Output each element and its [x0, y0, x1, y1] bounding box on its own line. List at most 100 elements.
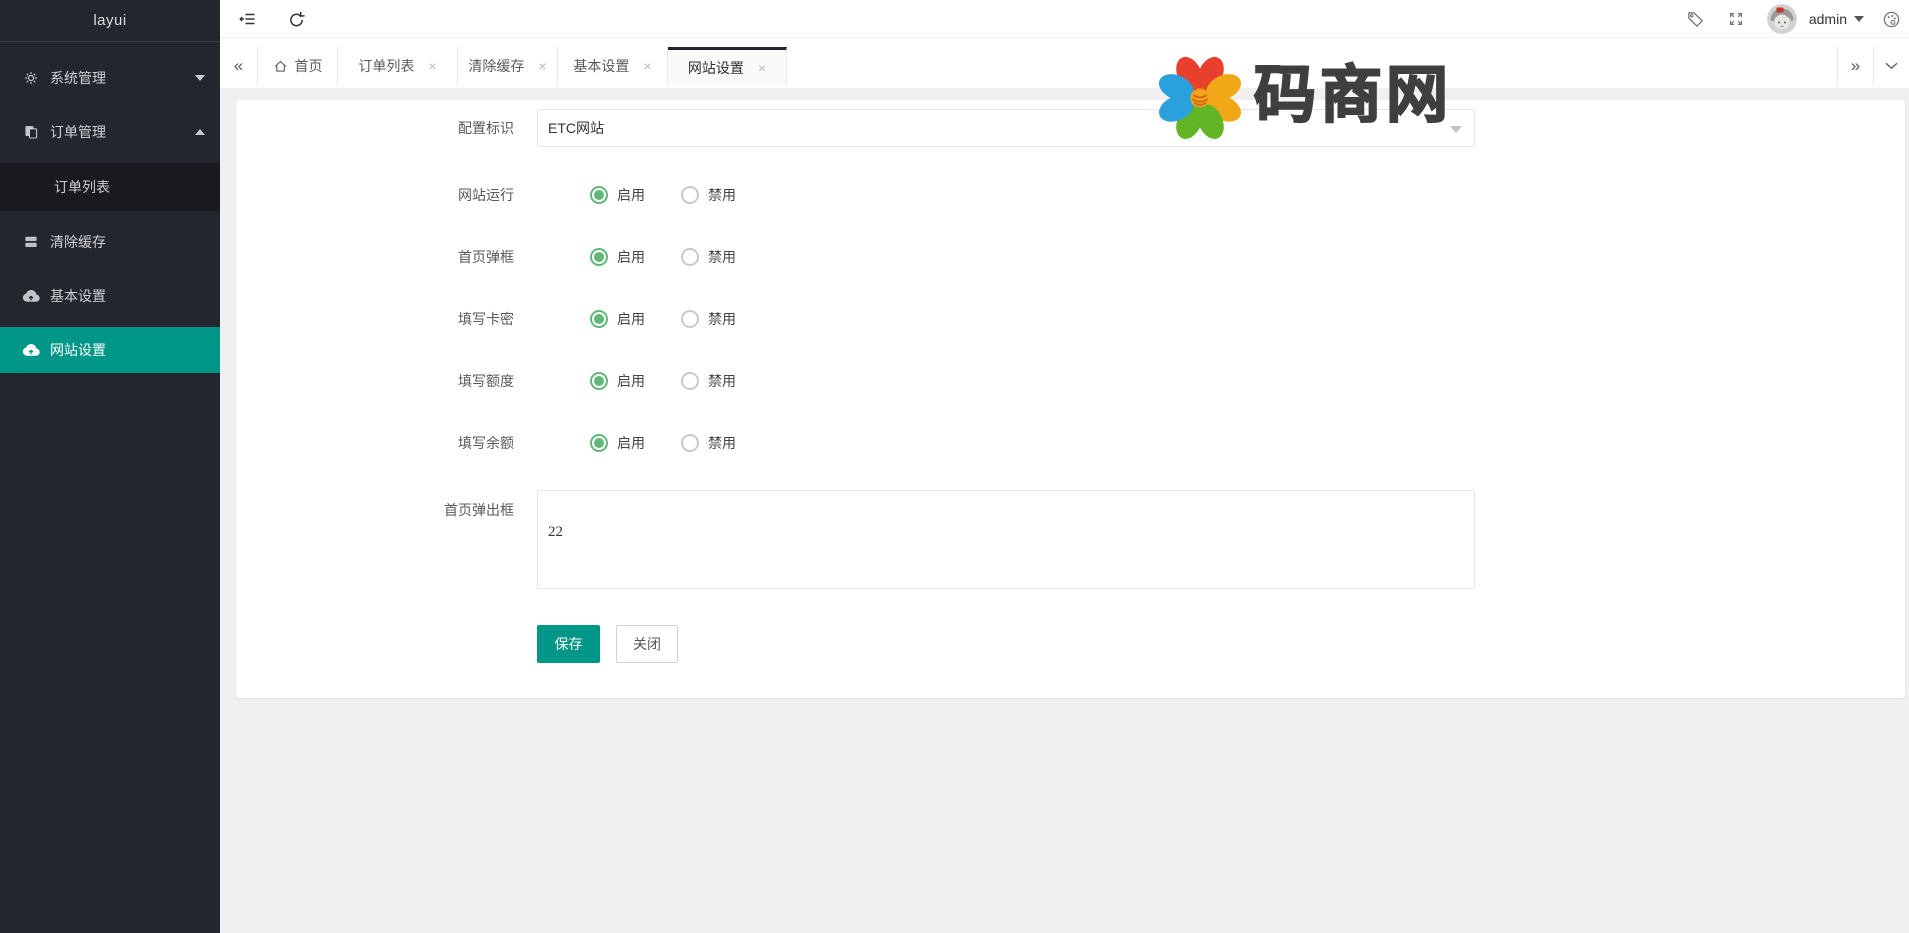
radio-enable[interactable]	[590, 372, 608, 390]
radio-enable-label[interactable]: 启用	[617, 185, 645, 205]
refresh-button[interactable]	[276, 0, 316, 38]
form-row-card-secret: 填写卡密 启用 禁用	[404, 300, 1905, 338]
sidebar: layui 系统管理 订单管理 订单列表	[0, 0, 220, 933]
tag-icon	[1686, 10, 1705, 29]
identity-select-value[interactable]	[538, 110, 1474, 146]
settings-card: 配置标识 网站运行 启用 禁用	[236, 100, 1905, 698]
field-label: 首页弹框	[404, 238, 514, 276]
radio-enable-label[interactable]: 启用	[617, 309, 645, 329]
select-caret-icon	[1450, 126, 1462, 133]
chevron-down-icon	[1854, 16, 1864, 22]
tabs-row: « 首页 订单列表 × 清除缓存 × 基本设置 × 网站设置 ×	[220, 47, 787, 85]
close-button[interactable]: 关闭	[616, 625, 678, 663]
sidebar-nav: 系统管理 订单管理 订单列表 清除缓存	[0, 42, 220, 373]
radio-disable[interactable]	[681, 310, 699, 328]
close-icon[interactable]: ×	[538, 59, 546, 73]
tab-site-settings[interactable]: 网站设置 ×	[668, 47, 787, 85]
tab-order-list[interactable]: 订单列表 ×	[338, 47, 458, 85]
radio-disable[interactable]	[681, 186, 699, 204]
radio-disable-label[interactable]: 禁用	[708, 371, 736, 391]
radio-enable[interactable]	[590, 186, 608, 204]
sidebar-item-label: 系统管理	[50, 68, 106, 88]
header: admin	[220, 0, 1909, 38]
sidebar-item-label: 基本设置	[50, 286, 106, 306]
cloud-upload-icon	[21, 289, 41, 303]
tab-label: 订单列表	[358, 56, 414, 76]
theme-button[interactable]	[1882, 10, 1901, 29]
close-icon[interactable]: ×	[428, 59, 436, 73]
form-row-home-popup: 首页弹框 启用 禁用	[404, 238, 1905, 276]
radio-enable[interactable]	[590, 248, 608, 266]
popup-content-textarea[interactable]: 22	[537, 490, 1475, 589]
tab-bar: « 首页 订单列表 × 清除缓存 × 基本设置 × 网站设置 × »	[220, 38, 1909, 88]
form-row-site-running: 网站运行 启用 禁用	[404, 176, 1905, 214]
chevron-up-icon	[195, 129, 205, 135]
sidebar-item-basic-settings[interactable]: 基本设置	[0, 273, 220, 319]
avatar[interactable]	[1767, 4, 1797, 34]
form-row-identity: 配置标识	[404, 109, 1905, 147]
chevron-down-icon	[1885, 62, 1898, 70]
tab-bar-controls: »	[1837, 47, 1909, 85]
identity-select[interactable]	[537, 109, 1475, 147]
tab-label: 网站设置	[688, 58, 744, 78]
tab-label: 首页	[295, 56, 323, 76]
sidebar-item-order-management[interactable]: 订单管理	[0, 109, 220, 155]
radio-disable-label[interactable]: 禁用	[708, 433, 736, 453]
gear-icon	[21, 70, 41, 86]
user-menu[interactable]: admin	[1809, 11, 1864, 27]
tab-scroll-left-button[interactable]: «	[220, 47, 258, 85]
sidebar-item-site-settings[interactable]: 网站设置	[0, 327, 220, 373]
server-icon	[21, 234, 41, 250]
radio-enable-label[interactable]: 启用	[617, 433, 645, 453]
radio-enable[interactable]	[590, 310, 608, 328]
collapse-sidebar-button[interactable]	[228, 0, 268, 38]
sidebar-item-label: 订单管理	[50, 122, 106, 142]
copy-icon	[21, 124, 41, 140]
content-area: 配置标识 网站运行 启用 禁用	[220, 88, 1909, 933]
palette-icon	[1882, 10, 1901, 29]
field-label: 填写余额	[404, 424, 514, 462]
app-logo: layui	[0, 0, 220, 42]
form-row-popup-content: 首页弹出框 22	[404, 490, 1905, 594]
sidebar-item-system-management[interactable]: 系统管理	[0, 55, 220, 101]
field-label: 首页弹出框	[404, 490, 514, 520]
radio-disable[interactable]	[681, 248, 699, 266]
tab-basic-settings[interactable]: 基本设置 ×	[558, 47, 668, 85]
close-icon[interactable]: ×	[643, 59, 651, 73]
form-row-buttons: 保存 关闭	[404, 625, 1905, 663]
sidebar-item-label: 网站设置	[50, 340, 106, 360]
radio-disable[interactable]	[681, 434, 699, 452]
username: admin	[1809, 11, 1847, 27]
sidebar-item-order-list[interactable]: 订单列表	[0, 163, 220, 211]
avatar-image	[1767, 4, 1797, 34]
refresh-icon	[287, 10, 306, 29]
radio-enable-label[interactable]: 启用	[617, 371, 645, 391]
tag-button[interactable]	[1686, 10, 1705, 29]
tab-clear-cache[interactable]: 清除缓存 ×	[458, 47, 558, 85]
radio-disable-label[interactable]: 禁用	[708, 185, 736, 205]
radio-enable[interactable]	[590, 434, 608, 452]
header-right: admin	[1686, 0, 1901, 38]
tab-home[interactable]: 首页	[258, 47, 338, 85]
cloud-upload-icon	[21, 343, 41, 357]
sidebar-item-label: 订单列表	[54, 177, 110, 197]
tab-label: 基本设置	[573, 56, 629, 76]
tab-operations-button[interactable]	[1873, 47, 1909, 85]
field-label: 填写卡密	[404, 300, 514, 338]
sidebar-item-clear-cache[interactable]: 清除缓存	[0, 219, 220, 265]
save-button[interactable]: 保存	[537, 625, 600, 663]
radio-disable-label[interactable]: 禁用	[708, 309, 736, 329]
fullscreen-button[interactable]	[1727, 10, 1745, 28]
close-icon[interactable]: ×	[758, 61, 766, 75]
collapse-sidebar-icon	[238, 9, 258, 29]
fullscreen-icon	[1727, 10, 1745, 28]
field-label: 配置标识	[404, 109, 514, 147]
tab-label: 清除缓存	[468, 56, 524, 76]
tab-scroll-right-button[interactable]: »	[1837, 47, 1873, 85]
site-settings-form: 配置标识 网站运行 启用 禁用	[236, 100, 1905, 663]
radio-disable[interactable]	[681, 372, 699, 390]
sidebar-item-label: 清除缓存	[50, 232, 106, 252]
chevron-down-icon	[195, 75, 205, 81]
radio-disable-label[interactable]: 禁用	[708, 247, 736, 267]
radio-enable-label[interactable]: 启用	[617, 247, 645, 267]
